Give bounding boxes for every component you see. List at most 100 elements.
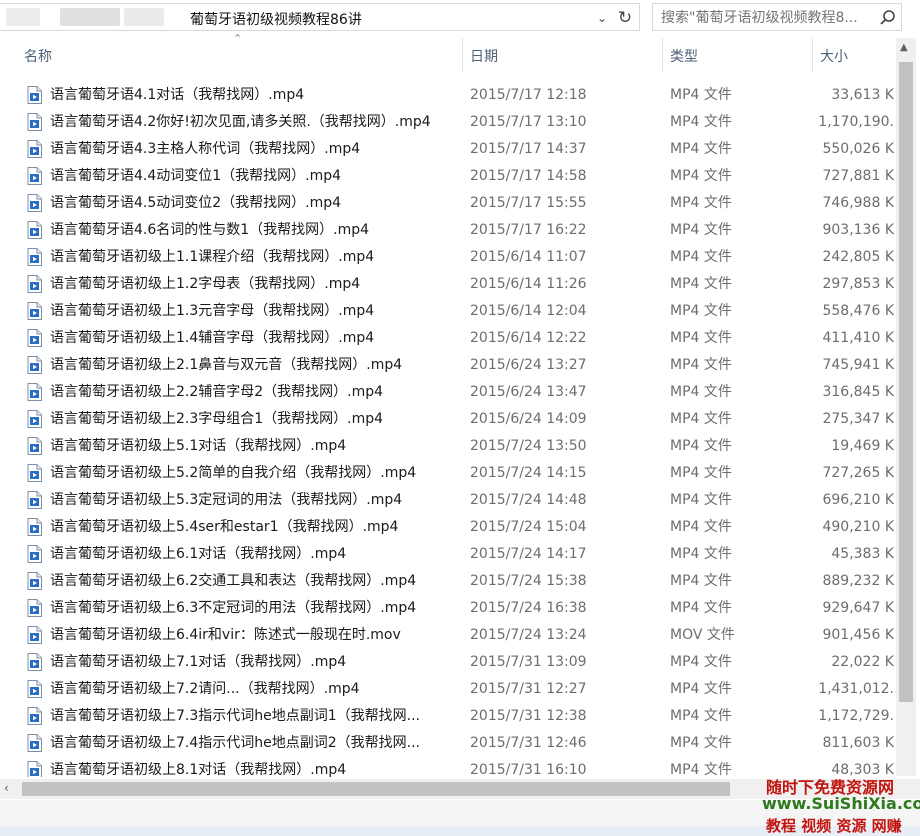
file-name: 语言葡萄牙语初级上1.1课程介绍（我帮找网）.mp4: [50, 249, 375, 265]
column-divider[interactable]: [812, 38, 813, 72]
file-date: 2015/7/24 13:24: [470, 627, 587, 643]
file-size: 242,805 K: [822, 249, 894, 265]
file-row[interactable]: 语言葡萄牙语4.4动词变位1（我帮找网）.mp4 2015/7/17 14:58 M…: [0, 163, 896, 190]
file-date: 2015/7/31 12:46: [470, 735, 587, 751]
file-size: 727,265 K: [822, 465, 894, 481]
file-type: MP4 文件: [670, 573, 732, 589]
file-row[interactable]: 语言葡萄牙语初级上7.1对话（我帮找网）.mp4 2015/7/31 13:09 M…: [0, 649, 896, 676]
file-row[interactable]: 语言葡萄牙语4.3主格人称代词（我帮找网）.mp4 2015/7/17 14:37…: [0, 136, 896, 163]
file-date: 2015/7/31 16:10: [470, 762, 587, 777]
video-file-icon: [27, 275, 42, 293]
video-file-icon: [27, 734, 42, 752]
column-header-size[interactable]: 大小: [820, 46, 848, 66]
vertical-scrollbar[interactable]: ▲: [896, 38, 916, 776]
file-row[interactable]: 语言葡萄牙语初级上7.2请问...（我帮找网）.mp4 2015/7/31 12:…: [0, 676, 896, 703]
file-row[interactable]: 语言葡萄牙语初级上6.1对话（我帮找网）.mp4 2015/7/24 14:17 M…: [0, 541, 896, 568]
file-type: MP4 文件: [670, 195, 732, 211]
file-row[interactable]: 语言葡萄牙语初级上5.3定冠词的用法（我帮找网）.mp4 2015/7/24 14…: [0, 487, 896, 514]
file-type: MP4 文件: [670, 303, 732, 319]
file-size: 696,210 K: [822, 492, 894, 508]
file-date: 2015/6/24 14:09: [470, 411, 587, 427]
search-box[interactable]: [652, 3, 902, 31]
file-name: 语言葡萄牙语初级上7.3指示代词he地点副词1（我帮找网...: [50, 708, 421, 724]
file-date: 2015/7/24 14:15: [470, 465, 587, 481]
file-type: MP4 文件: [670, 492, 732, 508]
file-name: 语言葡萄牙语初级上5.1对话（我帮找网）.mp4: [50, 438, 347, 454]
file-size: 1,170,190.: [818, 114, 894, 130]
search-icon[interactable]: [879, 9, 897, 27]
file-row[interactable]: 语言葡萄牙语4.5动词变位2（我帮找网）.mp4 2015/7/17 15:55 M…: [0, 190, 896, 217]
file-row[interactable]: 语言葡萄牙语初级上6.3不定冠词的用法（我帮找网）.mp4 2015/7/24 1…: [0, 595, 896, 622]
file-row[interactable]: 语言葡萄牙语初级上7.3指示代词he地点副词1（我帮找网... 2015/7/31…: [0, 703, 896, 730]
video-file-icon: [27, 653, 42, 671]
file-date: 2015/7/17 12:18: [470, 87, 587, 103]
file-name: 语言葡萄牙语初级上1.2字母表（我帮找网）.mp4: [50, 276, 361, 292]
file-name: 语言葡萄牙语4.2你好!初次见面,请多关照.（我帮找网）.mp4: [50, 114, 431, 130]
current-folder-path[interactable]: 葡萄牙语初级视频教程86讲: [190, 9, 362, 29]
file-date: 2015/7/17 16:22: [470, 222, 587, 238]
file-row[interactable]: 语言葡萄牙语初级上1.3元音字母（我帮找网）.mp4 2015/6/14 12:0…: [0, 298, 896, 325]
column-header-name[interactable]: 名称: [24, 46, 52, 66]
file-type: MP4 文件: [670, 114, 732, 130]
file-type: MP4 文件: [670, 708, 732, 724]
search-input[interactable]: [661, 8, 876, 28]
toolbar: 葡萄牙语初级视频教程86讲 ⌄ ↻: [0, 0, 920, 36]
video-file-icon: [27, 761, 42, 777]
file-row[interactable]: 语言葡萄牙语初级上5.1对话（我帮找网）.mp4 2015/7/24 13:50 M…: [0, 433, 896, 460]
file-type: MP4 文件: [670, 519, 732, 535]
watermark-url: www.SuiShiXia.com: [762, 794, 920, 813]
file-type: MP4 文件: [670, 654, 732, 670]
horizontal-scroll-thumb[interactable]: [22, 782, 730, 796]
file-type: MP4 文件: [670, 87, 732, 103]
file-row[interactable]: 语言葡萄牙语初级上2.3字母组合1（我帮找网）.mp4 2015/6/24 14:…: [0, 406, 896, 433]
file-size: 901,456 K: [822, 627, 894, 643]
video-file-icon: [27, 437, 42, 455]
column-divider[interactable]: [662, 38, 663, 72]
file-size: 558,476 K: [822, 303, 894, 319]
file-name: 语言葡萄牙语初级上1.4辅音字母（我帮找网）.mp4: [50, 330, 375, 346]
blurred-breadcrumb: [6, 8, 40, 26]
file-size: 490,210 K: [822, 519, 894, 535]
file-row[interactable]: 语言葡萄牙语初级上2.2辅音字母2（我帮找网）.mp4 2015/6/24 13:…: [0, 379, 896, 406]
file-row[interactable]: 语言葡萄牙语初级上1.4辅音字母（我帮找网）.mp4 2015/6/14 12:2…: [0, 325, 896, 352]
column-header-date[interactable]: 日期: [470, 46, 498, 66]
video-file-icon: [27, 491, 42, 509]
video-file-icon: [27, 167, 42, 185]
file-row[interactable]: 语言葡萄牙语4.2你好!初次见面,请多关照.（我帮找网）.mp4 2015/7/1…: [0, 109, 896, 136]
file-row[interactable]: 语言葡萄牙语初级上7.4指示代词he地点副词2（我帮找网... 2015/7/31…: [0, 730, 896, 757]
file-row[interactable]: 语言葡萄牙语初级上1.2字母表（我帮找网）.mp4 2015/6/14 11:26…: [0, 271, 896, 298]
file-size: 19,469 K: [831, 438, 894, 454]
vertical-scroll-thumb[interactable]: [899, 62, 913, 702]
scroll-left-icon[interactable]: ‹: [4, 781, 9, 795]
file-date: 2015/7/31 12:27: [470, 681, 587, 697]
file-date: 2015/6/14 12:04: [470, 303, 587, 319]
chevron-down-icon[interactable]: ⌄: [592, 9, 612, 27]
file-date: 2015/7/24 14:17: [470, 546, 587, 562]
video-file-icon: [27, 329, 42, 347]
file-size: 45,383 K: [831, 546, 894, 562]
address-bar[interactable]: 葡萄牙语初级视频教程86讲 ⌄ ↻: [0, 3, 640, 31]
video-file-icon: [27, 194, 42, 212]
file-date: 2015/6/14 11:26: [470, 276, 587, 292]
file-name: 语言葡萄牙语初级上7.2请问...（我帮找网）.mp4: [50, 681, 360, 697]
file-row[interactable]: 语言葡萄牙语初级上6.4ir和vir：陈述式一般现在时.mov 2015/7/24…: [0, 622, 896, 649]
video-file-icon: [27, 356, 42, 374]
column-divider[interactable]: [462, 38, 463, 72]
file-date: 2015/7/24 15:04: [470, 519, 587, 535]
file-row[interactable]: 语言葡萄牙语初级上5.4ser和estar1（我帮找网）.mp4 2015/7/2…: [0, 514, 896, 541]
file-size: 745,941 K: [822, 357, 894, 373]
scroll-up-icon[interactable]: ▲: [900, 42, 908, 53]
file-row[interactable]: 语言葡萄牙语初级上5.2简单的自我介绍（我帮找网）.mp4 2015/7/24 1…: [0, 460, 896, 487]
file-row[interactable]: 语言葡萄牙语4.1对话（我帮找网）.mp4 2015/7/17 12:18 MP4 …: [0, 82, 896, 109]
watermark-tagline: 教程 视频 资源 网赚: [766, 817, 902, 835]
video-file-icon: [27, 113, 42, 131]
column-header-type[interactable]: 类型: [670, 46, 698, 66]
video-file-icon: [27, 545, 42, 563]
file-row[interactable]: 语言葡萄牙语初级上1.1课程介绍（我帮找网）.mp4 2015/6/14 11:0…: [0, 244, 896, 271]
file-row[interactable]: 语言葡萄牙语初级上6.2交通工具和表达（我帮找网）.mp4 2015/7/24 1…: [0, 568, 896, 595]
file-row[interactable]: 语言葡萄牙语初级上2.1鼻音与双元音（我帮找网）.mp4 2015/6/24 13…: [0, 352, 896, 379]
file-type: MP4 文件: [670, 465, 732, 481]
file-row[interactable]: 语言葡萄牙语4.6名词的性与数1（我帮找网）.mp4 2015/7/17 16:2…: [0, 217, 896, 244]
file-name: 语言葡萄牙语4.1对话（我帮找网）.mp4: [50, 87, 305, 103]
refresh-icon[interactable]: ↻: [614, 7, 636, 29]
